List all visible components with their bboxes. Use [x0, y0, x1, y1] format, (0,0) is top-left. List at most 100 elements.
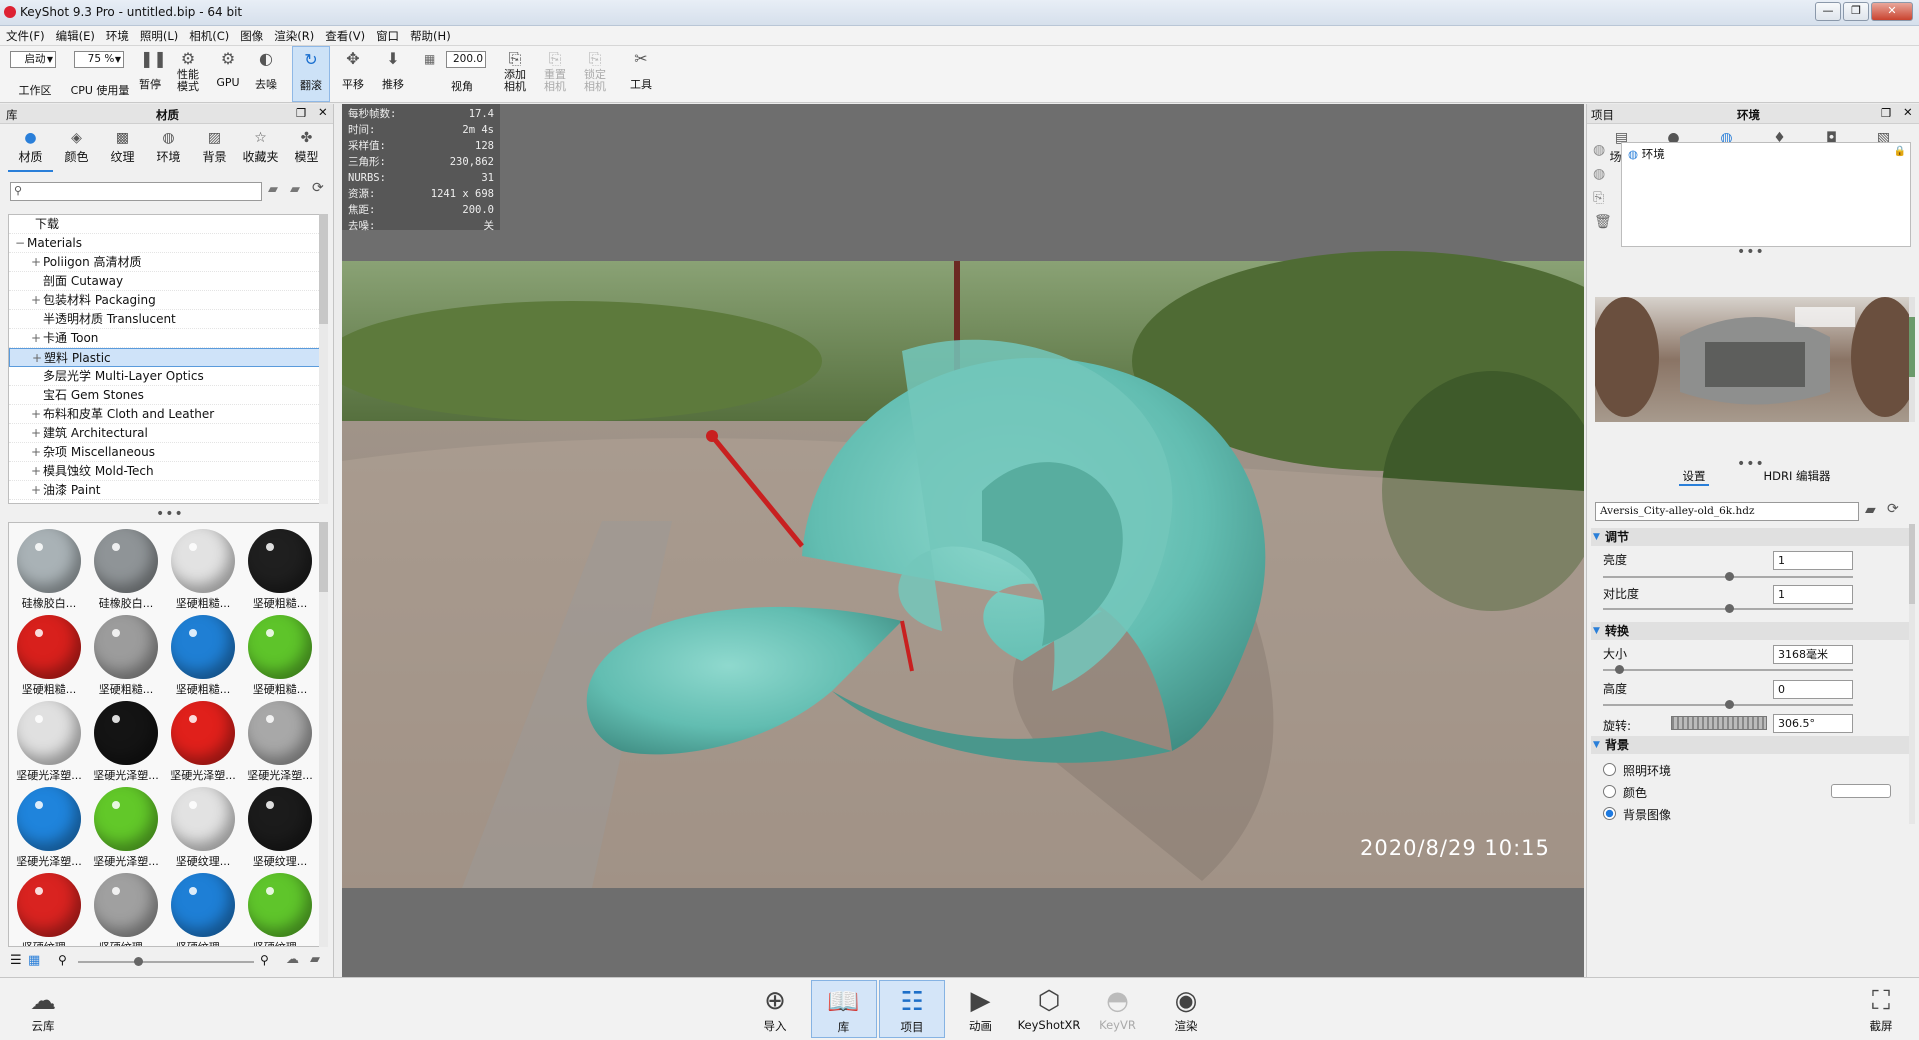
material-thumbnail[interactable]: 坚硬粗糙...	[11, 611, 87, 696]
material-thumbnail[interactable]: 坚硬纹理...	[242, 869, 318, 946]
expand-icon[interactable]: +	[31, 405, 43, 424]
list-view-icon[interactable]: ☰	[10, 953, 22, 968]
radio-color[interactable]	[1603, 785, 1616, 798]
grid-view-icon[interactable]: ▦	[28, 953, 40, 968]
tree-scrollbar-thumb[interactable]	[319, 214, 328, 324]
workspace-select[interactable]: 启动 ▼	[10, 51, 56, 68]
brightness-knob[interactable]	[1725, 572, 1734, 581]
close-panel-icon[interactable]: ✕	[1903, 105, 1913, 119]
hdri-preview[interactable]	[1595, 297, 1915, 422]
tab-textures[interactable]: ▩ 纹理	[100, 128, 145, 172]
menu-camera[interactable]: 相机(C)	[183, 26, 234, 44]
material-thumbnail[interactable]: 坚硬光泽塑...	[242, 697, 318, 782]
tree-row[interactable]: + 油漆 Paint	[9, 481, 327, 500]
tab-backplates[interactable]: ▨ 背景	[192, 128, 237, 172]
tree-row[interactable]: + 模具蚀纹 Mold-Tech	[9, 462, 327, 481]
screenshot-button[interactable]: ⛶ 截屏	[1848, 980, 1914, 1038]
tree-row[interactable]: + Poliigon 高清材质	[9, 253, 327, 272]
tree-row[interactable]: 剖面 Cutaway	[9, 272, 327, 291]
add-camera-button[interactable]: ⎘ 添加 相机	[498, 46, 532, 102]
menu-environment[interactable]: 环境	[100, 26, 134, 44]
open-folder-icon[interactable]: ▰	[1865, 502, 1876, 518]
environment-list-item[interactable]: ◍ 环境 🔒	[1622, 143, 1910, 162]
tree-row[interactable]: + 布料和皮革 Cloth and Leather	[9, 405, 327, 424]
expand-icon[interactable]: +	[31, 253, 43, 272]
tree-row[interactable]: + 建筑 Architectural	[9, 424, 327, 443]
fov-input[interactable]: 200.0	[446, 51, 486, 68]
gpu-button[interactable]: ⚙ GPU	[212, 46, 244, 102]
expand-icon[interactable]: +	[31, 481, 43, 500]
menu-edit[interactable]: 编辑(E)	[50, 26, 100, 44]
subtab-settings[interactable]: 设置	[1679, 468, 1709, 486]
reload-icon[interactable]: ⟳	[1887, 501, 1899, 517]
menu-window[interactable]: 窗口	[370, 26, 404, 44]
expand-icon[interactable]: +	[31, 291, 43, 310]
tree-row[interactable]: + 杂项 Miscellaneous	[9, 443, 327, 462]
float-panel-icon[interactable]: ❐	[296, 106, 306, 120]
tab-favorites[interactable]: ☆ 收藏夹	[238, 128, 283, 172]
copy-environment-icon[interactable]: ⎘	[1593, 190, 1604, 206]
动画-button[interactable]: ▶ 动画	[948, 980, 1014, 1038]
tree-row[interactable]: − Materials	[9, 234, 327, 253]
expand-icon[interactable]: +	[31, 443, 43, 462]
contrast-input[interactable]: 1	[1773, 585, 1853, 604]
tree-row[interactable]: 半透明材质 Translucent	[9, 310, 327, 329]
pan-button[interactable]: ✥ 平移	[336, 46, 370, 102]
tree-scrollbar[interactable]	[319, 214, 328, 504]
settings-scrollbar-thumb[interactable]	[1909, 524, 1915, 604]
brightness-input[interactable]: 1	[1773, 551, 1853, 570]
tree-row[interactable]: 下载	[9, 215, 327, 234]
cloud-library-button[interactable]: ☁ 云库	[10, 980, 76, 1038]
渲染-button[interactable]: ◉ 渲染	[1153, 980, 1219, 1038]
expand-icon[interactable]: +	[32, 349, 44, 368]
section-background[interactable]: ▼ 背景	[1591, 736, 1909, 754]
material-thumbnail[interactable]: 坚硬粗糙...	[165, 525, 241, 610]
section-adjust[interactable]: ▼ 调节	[1591, 528, 1909, 546]
subtab-hdri-editor[interactable]: HDRI 编辑器	[1757, 468, 1837, 484]
expand-icon[interactable]: +	[31, 462, 43, 481]
size-slider[interactable]	[1603, 665, 1853, 674]
add-folder-icon[interactable]: ▰	[290, 182, 300, 197]
material-thumbnail[interactable]: 坚硬粗糙...	[88, 611, 164, 696]
library-search-input[interactable]: ⚲	[10, 182, 262, 201]
menu-view[interactable]: 查看(V)	[319, 26, 370, 44]
cloud-upload-icon[interactable]: ☁	[286, 952, 299, 967]
hdri-file-field[interactable]: Aversis_City-alley-old_6k.hdz	[1595, 502, 1859, 521]
contrast-slider[interactable]	[1603, 604, 1853, 613]
menu-render[interactable]: 渲染(R)	[268, 26, 319, 44]
material-thumbnail[interactable]: 坚硬光泽塑...	[88, 697, 164, 782]
项目-button[interactable]: ☷ 项目	[879, 980, 945, 1038]
grid-scrollbar-thumb[interactable]	[319, 522, 328, 592]
splitter-handle-dots-icon[interactable]: •••	[156, 506, 184, 522]
contrast-knob[interactable]	[1725, 604, 1734, 613]
close-window-button[interactable]: ✕	[1871, 2, 1913, 21]
reset-camera-button[interactable]: ⎘ 重置 相机	[538, 46, 572, 102]
size-knob[interactable]	[1615, 665, 1624, 674]
import-folder-icon[interactable]: ▰	[268, 182, 278, 197]
库-button[interactable]: 📖 库	[810, 980, 877, 1038]
tree-row[interactable]: 多层光学 Multi-Layer Optics	[9, 367, 327, 386]
material-thumbnail[interactable]: 坚硬光泽塑...	[165, 697, 241, 782]
maximize-button[interactable]: ❐	[1843, 2, 1869, 21]
material-thumbnail[interactable]: 硅橡胶白...	[11, 525, 87, 610]
tree-row[interactable]: + 塑料 Plastic	[9, 348, 327, 367]
thumbnail-size-knob[interactable]	[134, 957, 143, 966]
performance-mode-button[interactable]: ⚙ 性能 模式	[170, 46, 206, 102]
material-thumbnail[interactable]: 坚硬纹理...	[242, 783, 318, 868]
splitter-handle-dots-icon[interactable]: •••	[1737, 244, 1765, 260]
hdri-scrollbar[interactable]	[1909, 297, 1915, 422]
keyvr-button[interactable]: ◓ KeyVR	[1085, 980, 1151, 1038]
section-transform[interactable]: ▼ 转换	[1591, 622, 1909, 640]
denoise-button[interactable]: ◐ 去噪	[250, 46, 282, 102]
height-knob[interactable]	[1725, 700, 1734, 709]
expand-icon[interactable]: +	[31, 424, 43, 443]
refresh-icon[interactable]: ⟳	[312, 180, 324, 196]
dolly-button[interactable]: ⬇ 推移	[376, 46, 410, 102]
zoom-out-icon[interactable]: ⚲	[58, 953, 67, 967]
grid-scrollbar[interactable]	[319, 522, 328, 947]
folder-icon[interactable]: ▰	[310, 952, 320, 967]
height-slider[interactable]	[1603, 700, 1853, 709]
tree-row[interactable]: 宝石 Gem Stones	[9, 386, 327, 405]
menu-image[interactable]: 图像	[234, 26, 268, 44]
collapse-icon[interactable]: −	[15, 234, 27, 253]
